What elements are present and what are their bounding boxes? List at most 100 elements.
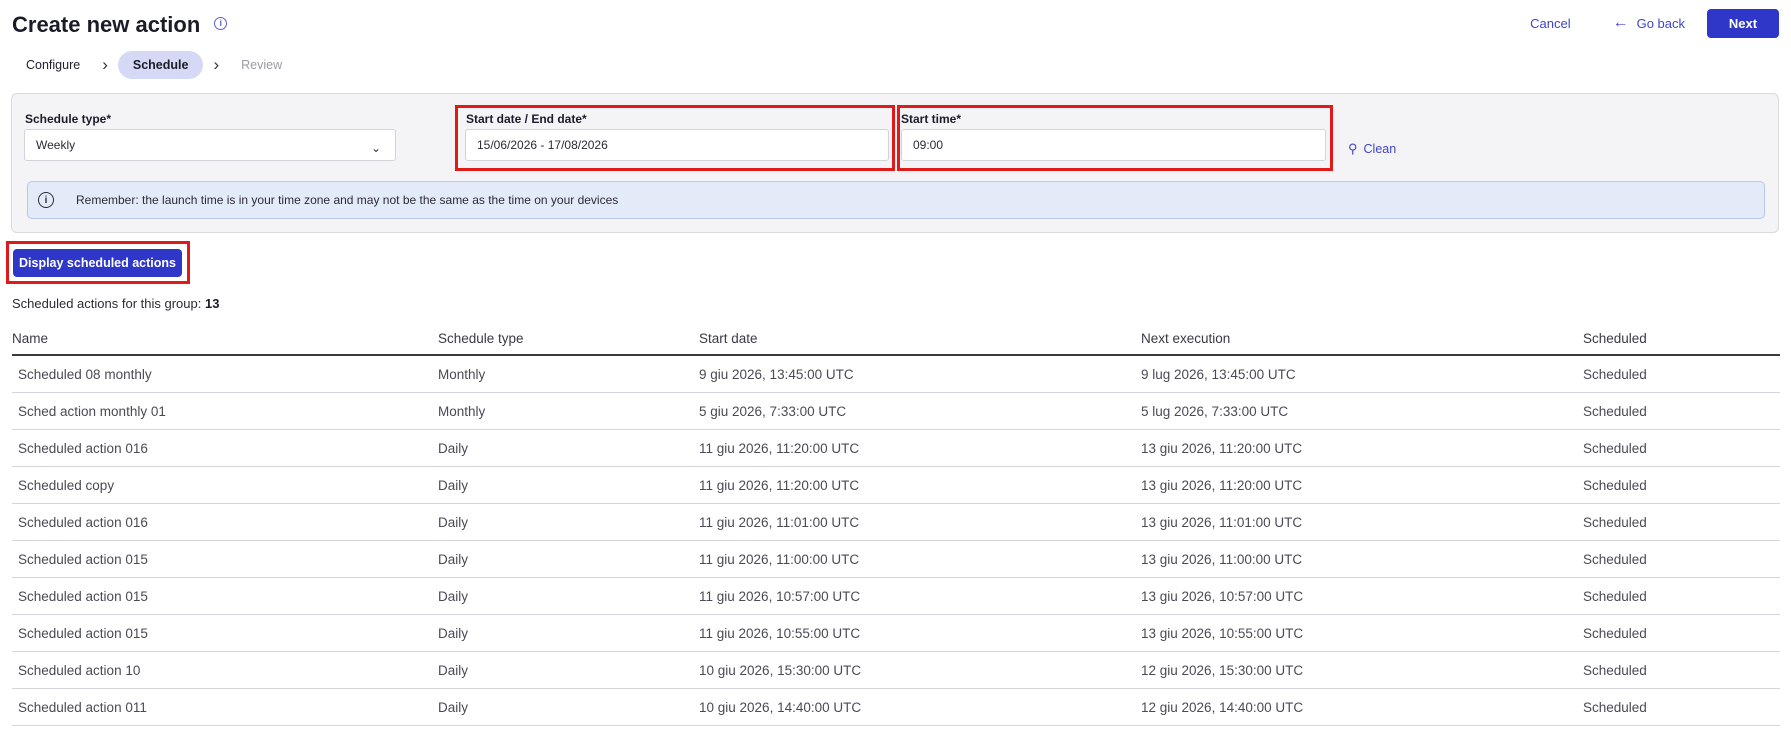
page-title: Create new action <box>12 12 201 37</box>
header: Create new action i Cancel ← Go back Nex… <box>12 8 1779 42</box>
cell-scheduled: Scheduled <box>1583 625 1647 641</box>
scheduled-actions-table: Name Schedule type Start date Next execu… <box>12 322 1780 726</box>
table-row[interactable]: Scheduled action 015 Daily 11 giu 2026, 10… <box>12 578 1780 615</box>
cell-scheduled: Scheduled <box>1583 366 1647 382</box>
cell-name: Scheduled action 015 <box>18 551 148 567</box>
table-row[interactable]: Scheduled action 015 Daily 11 giu 2026, 11… <box>12 541 1780 578</box>
cell-name: Scheduled action 016 <box>18 440 148 456</box>
cell-schedule-type: Daily <box>438 662 469 678</box>
broom-icon: ⚲ <box>1348 141 1358 156</box>
cell-scheduled: Scheduled <box>1583 477 1647 493</box>
schedule-type-value: Weekly <box>36 138 76 152</box>
scheduled-count-label: Scheduled actions for this group: <box>12 296 202 311</box>
cell-scheduled: Scheduled <box>1583 440 1647 456</box>
cancel-button[interactable]: Cancel <box>1530 16 1570 31</box>
cell-name: Scheduled action 10 <box>18 662 141 678</box>
scheduled-count: Scheduled actions for this group: 13 <box>12 296 219 311</box>
cell-name: Scheduled 08 monthly <box>18 366 152 382</box>
go-back-label: Go back <box>1636 15 1685 31</box>
highlight-start-time <box>897 105 1333 171</box>
column-header-scheduled[interactable]: Scheduled <box>1583 331 1773 346</box>
cell-schedule-type: Daily <box>438 625 469 641</box>
cell-next-execution: 13 giu 2026, 11:20:00 UTC <box>1141 477 1303 493</box>
cell-start-date: 9 giu 2026, 13:45:00 UTC <box>699 366 854 382</box>
chevron-right-icon: › <box>102 54 108 74</box>
column-header-start-date[interactable]: Start date <box>699 331 1141 346</box>
cell-name: Scheduled action 016 <box>18 514 148 530</box>
arrow-left-icon: ← <box>1612 14 1629 31</box>
table-row[interactable]: Scheduled action 10 Daily 10 giu 2026, 15:… <box>12 652 1780 689</box>
go-back-button[interactable]: ← Go back <box>1613 14 1685 32</box>
cell-start-date: 5 giu 2026, 7:33:00 UTC <box>699 403 847 419</box>
scheduled-count-value: 13 <box>204 296 220 311</box>
info-icon[interactable]: i <box>214 16 228 30</box>
cell-start-date: 11 giu 2026, 10:57:00 UTC <box>699 588 861 604</box>
column-header-name[interactable]: Name <box>12 331 438 346</box>
cell-start-date: 10 giu 2026, 15:30:00 UTC <box>699 662 862 678</box>
schedule-type-label: Schedule type* <box>25 112 112 126</box>
cell-name: Sched action monthly 01 <box>18 403 166 419</box>
schedule-config-panel: Schedule type* Weekly ⌄ Start date / End… <box>11 93 1779 233</box>
chevron-right-icon: › <box>213 54 220 74</box>
cell-schedule-type: Daily <box>438 477 469 493</box>
cell-schedule-type: Daily <box>438 699 469 715</box>
info-circle-icon: i <box>38 192 54 208</box>
cell-next-execution: 13 giu 2026, 10:55:00 UTC <box>1141 625 1304 641</box>
cell-next-execution: 13 giu 2026, 11:01:00 UTC <box>1141 514 1303 530</box>
cell-schedule-type: Monthly <box>438 366 486 382</box>
cell-next-execution: 13 giu 2026, 10:57:00 UTC <box>1141 588 1304 604</box>
cell-next-execution: 12 giu 2026, 15:30:00 UTC <box>1141 662 1304 678</box>
clean-button[interactable]: ⚲ Clean <box>1348 141 1396 157</box>
display-scheduled-actions-button[interactable]: Display scheduled actions <box>13 249 182 277</box>
column-header-schedule-type[interactable]: Schedule type <box>438 331 699 346</box>
highlight-date-range <box>455 105 895 171</box>
cell-schedule-type: Daily <box>438 440 469 456</box>
cell-name: Scheduled action 011 <box>18 699 147 715</box>
cell-next-execution: 13 giu 2026, 11:20:00 UTC <box>1141 440 1303 456</box>
cell-name: Scheduled action 015 <box>18 588 148 604</box>
cell-name: Scheduled action 015 <box>18 625 148 641</box>
cell-scheduled: Scheduled <box>1583 551 1647 567</box>
cell-start-date: 10 giu 2026, 14:40:00 UTC <box>699 699 862 715</box>
schedule-type-select[interactable]: Weekly ⌄ <box>24 129 396 161</box>
cell-next-execution: 5 lug 2026, 7:33:00 UTC <box>1141 403 1289 419</box>
cell-schedule-type: Daily <box>438 588 469 604</box>
cell-start-date: 11 giu 2026, 11:20:00 UTC <box>699 440 860 456</box>
table-row[interactable]: Scheduled action 011 Daily 10 giu 2026, 14… <box>12 689 1780 726</box>
table-body: Scheduled 08 monthly Monthly 9 giu 2026, 1… <box>12 356 1780 726</box>
cell-next-execution: 12 giu 2026, 14:40:00 UTC <box>1141 699 1304 715</box>
cell-scheduled: Scheduled <box>1583 403 1647 419</box>
cell-start-date: 11 giu 2026, 11:20:00 UTC <box>699 477 860 493</box>
table-header: Name Schedule type Start date Next execu… <box>12 322 1780 356</box>
table-row[interactable]: Scheduled 08 monthly Monthly 9 giu 2026, 1… <box>12 356 1780 393</box>
cell-scheduled: Scheduled <box>1583 662 1647 678</box>
header-actions: Cancel ← Go back Next <box>1530 8 1779 38</box>
cell-name: Scheduled copy <box>18 477 115 493</box>
step-review: Review <box>241 57 283 72</box>
cell-scheduled: Scheduled <box>1583 514 1647 530</box>
step-schedule[interactable]: Schedule <box>117 50 204 79</box>
clean-label: Clean <box>1363 142 1397 156</box>
timezone-notice: i Remember: the launch time is in your t… <box>27 181 1765 219</box>
table-row[interactable]: Scheduled action 015 Daily 11 giu 2026, 10… <box>12 615 1780 652</box>
table-row[interactable]: Scheduled action 016 Daily 11 giu 2026, 11… <box>12 430 1780 467</box>
cell-start-date: 11 giu 2026, 10:55:00 UTC <box>699 625 861 641</box>
chevron-down-icon: ⌄ <box>370 141 381 155</box>
stepper: Configure › Schedule › Review <box>14 50 294 79</box>
column-header-next-execution[interactable]: Next execution <box>1141 331 1583 346</box>
notice-text: Remember: the launch time is in your tim… <box>76 193 619 207</box>
cell-scheduled: Scheduled <box>1583 588 1647 604</box>
step-configure[interactable]: Configure <box>14 52 92 78</box>
next-button[interactable]: Next <box>1707 8 1779 38</box>
cell-schedule-type: Daily <box>438 514 469 530</box>
table-row[interactable]: Scheduled copy Daily 11 giu 2026, 11:20:00… <box>12 467 1780 504</box>
cell-schedule-type: Monthly <box>438 403 486 419</box>
table-row[interactable]: Scheduled action 016 Daily 11 giu 2026, 11… <box>12 504 1780 541</box>
cell-start-date: 11 giu 2026, 11:00:00 UTC <box>699 551 860 567</box>
cell-schedule-type: Daily <box>438 551 469 567</box>
cell-start-date: 11 giu 2026, 11:01:00 UTC <box>699 514 860 530</box>
cell-next-execution: 9 lug 2026, 13:45:00 UTC <box>1141 366 1296 382</box>
cell-scheduled: Scheduled <box>1583 699 1647 715</box>
cell-next-execution: 13 giu 2026, 11:00:00 UTC <box>1141 551 1303 567</box>
table-row[interactable]: Sched action monthly 01 Monthly 5 giu 2026… <box>12 393 1780 430</box>
